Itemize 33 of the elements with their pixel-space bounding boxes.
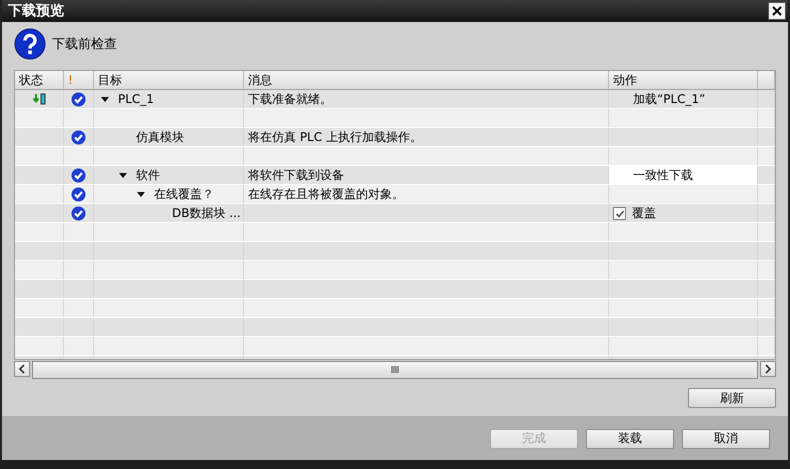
column-header[interactable]: 状态 [15,71,64,89]
checkmark-icon [614,208,624,218]
expand-caret-icon[interactable] [136,189,146,199]
scroll-grip-icon [391,365,399,374]
dialog-button[interactable]: 取消 [682,428,770,449]
expand-caret-icon[interactable] [118,170,128,180]
window-title: 下载预览 [8,2,64,20]
checkbox[interactable] [613,206,626,220]
action-dropdown[interactable]: 一致性下载 [609,166,758,184]
message-text: 将在仿真 PLC 上执行加载操作。 [248,128,422,146]
checkbox-label: 覆盖 [632,204,656,222]
dialog-button[interactable]: 装载 [586,428,674,449]
scroll-left-button[interactable] [14,360,30,376]
horizontal-scrollbar[interactable] [32,360,758,378]
help-icon [14,28,46,60]
action-text: 加载“PLC_1” [633,90,706,108]
column-header[interactable]: 目标 [94,71,244,89]
column-header[interactable]: 动作 [609,71,758,89]
tree-item-label[interactable]: 在线覆盖？ [154,186,214,202]
close-icon [771,5,783,17]
refresh-button[interactable]: 刷新 [688,388,776,408]
expand-caret-icon[interactable] [100,94,110,104]
message-text: 下载准备就绪。 [248,90,332,108]
tree-item-label[interactable]: DB数据块 ... [172,204,241,222]
tree-item-label[interactable]: 软件 [136,166,160,184]
close-button[interactable] [768,2,786,20]
column-header[interactable]: 消息 [244,71,609,89]
tree-item-label[interactable]: PLC_1 [118,92,154,106]
scroll-right-button[interactable] [760,360,776,376]
section-heading: 下载前检查 [52,36,117,53]
message-text: 将软件下载到设备 [248,166,344,184]
tree-item-label[interactable]: 仿真模块 [136,128,184,146]
message-text: 在线存在且将被覆盖的对象。 [248,186,404,202]
